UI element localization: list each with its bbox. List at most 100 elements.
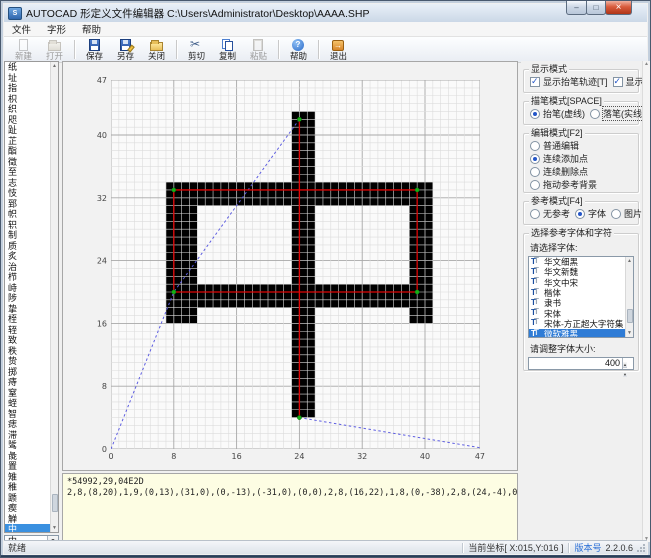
toolbar-button-label: 打开 — [46, 52, 63, 61]
spinner-down-icon[interactable]: ▼ — [623, 372, 627, 377]
panel-scrollbar[interactable]: ▲ ▼ — [642, 61, 650, 542]
radio-label: 连续删除点 — [543, 165, 588, 178]
close-button[interactable]: × — [605, 1, 632, 15]
font-list-scrollbar[interactable]: ▲▼ — [625, 257, 633, 337]
svg-text:8: 8 — [102, 382, 107, 391]
font-list-item[interactable]: 微软雅黑 — [529, 329, 633, 338]
保存-button[interactable]: 保存 — [79, 37, 110, 62]
toolbar-button-label: 新建 — [15, 52, 32, 61]
radio-label: 落笔(实线) — [603, 107, 645, 120]
打开-button: 打开 — [39, 37, 70, 62]
radio-普通编辑[interactable]: 普通编辑 — [524, 139, 638, 152]
radio-icon[interactable] — [590, 109, 600, 119]
checkbox-显示抬笔轨迹[T][interactable]: 显示抬笔轨迹[T] — [530, 75, 608, 88]
复制-button[interactable]: 复制 — [212, 37, 243, 62]
spinner-up-icon[interactable]: ▲ — [623, 362, 627, 368]
radio-icon[interactable] — [575, 209, 585, 219]
svg-text:47: 47 — [475, 452, 485, 461]
radio-图片[interactable]: 图片 — [611, 207, 642, 220]
svg-text:47: 47 — [97, 76, 107, 85]
reference-font-title: 选择参考字体和字符 — [529, 228, 614, 238]
toolbar-separator — [176, 40, 177, 59]
radio-连续添加点[interactable]: 连续添加点 — [524, 152, 638, 165]
maximize-button[interactable]: □ — [586, 1, 606, 15]
scroll-up-icon[interactable]: ▲ — [626, 257, 633, 265]
shape-code-editor[interactable]: *54992,29,04E2D 2,8,(8,20),1,9,(0,13),(3… — [62, 473, 518, 542]
display-mode-title: 显示模式 — [529, 64, 569, 74]
帮助-button[interactable]: ?帮助 — [283, 37, 314, 62]
status-bar: 就绪 当前坐标[ X:015,Y:016 ] 版本号 2.2.0.6 — [4, 540, 647, 554]
status-version-label: 版本号 — [574, 541, 601, 554]
radio-抬笔(虚线)[interactable]: 抬笔(虚线) — [530, 107, 585, 120]
checkbox-icon[interactable] — [613, 77, 623, 87]
toolbar-button-label: 退出 — [330, 52, 347, 61]
radio-icon[interactable] — [530, 109, 540, 119]
radio-icon[interactable] — [530, 141, 540, 151]
svg-text:16: 16 — [232, 452, 242, 461]
display-mode-group: 显示模式 显示抬笔轨迹[T]显示点[X] — [523, 69, 639, 93]
关闭-button[interactable]: 关闭 — [141, 37, 172, 62]
minimize-button[interactable]: – — [566, 1, 587, 15]
svg-text:24: 24 — [97, 257, 107, 266]
toolbar-button-label: 帮助 — [290, 52, 307, 61]
radio-icon[interactable] — [530, 209, 540, 219]
resize-grip[interactable] — [636, 543, 646, 553]
radio-无参考[interactable]: 无参考 — [530, 207, 570, 220]
app-window: S AUTOCAD 形定义文件编辑器 C:\Users\Administrato… — [0, 0, 651, 558]
paste-icon — [252, 39, 265, 51]
radio-label: 抬笔(虚线) — [543, 107, 585, 120]
radio-label: 字体 — [588, 207, 606, 220]
title-bar: S AUTOCAD 形定义文件编辑器 C:\Users\Administrato… — [4, 4, 647, 22]
剪切-button[interactable]: ✂剪切 — [181, 37, 212, 62]
scroll-up-icon[interactable]: ▲ — [51, 62, 58, 70]
svg-text:24: 24 — [294, 452, 304, 461]
scroll-down-icon[interactable]: ▼ — [626, 329, 633, 337]
scroll-thumb[interactable] — [52, 494, 58, 512]
checkbox-label: 显示抬笔轨迹[T] — [543, 75, 608, 88]
char-list-scrollbar[interactable]: ▲▼ — [50, 62, 58, 532]
font-list[interactable]: 华文细黑华文新魏华文中宋楷体隶书宋体宋体-方正超大字符集微软雅黑新宋体▲▼ — [528, 256, 634, 338]
radio-连续删除点[interactable]: 连续删除点 — [524, 165, 638, 178]
toolbar-button-label: 关闭 — [148, 52, 165, 61]
menu-help[interactable]: 帮助 — [74, 21, 109, 37]
radio-落笔(实线)[interactable]: 落笔(实线) — [590, 107, 645, 120]
svg-text:40: 40 — [97, 131, 107, 140]
radio-icon[interactable] — [530, 167, 540, 177]
radio-字体[interactable]: 字体 — [575, 207, 606, 220]
shape-code-bytes: 2,8,(8,20),1,9,(0,13),(31,0),(0,-13),(-3… — [67, 488, 513, 499]
radio-label: 图片 — [624, 207, 642, 220]
radio-icon[interactable] — [530, 180, 540, 190]
radio-拖动参考背景[interactable]: 拖动参考背景 — [524, 178, 638, 191]
checkbox-icon[interactable] — [530, 77, 540, 87]
status-version-value: 2.2.0.6 — [605, 543, 633, 553]
exit-icon: → — [332, 39, 345, 51]
save-as-icon — [119, 39, 132, 51]
pen-mode-group: 描笔模式[SPACE] 抬笔(虚线)落笔(实线) — [523, 101, 639, 125]
radio-label: 连续添加点 — [543, 152, 588, 165]
status-ready: 就绪 — [4, 541, 26, 554]
glyph-edit-canvas[interactable]: 008816162424323240404747 — [62, 61, 518, 471]
scroll-down-icon[interactable]: ▼ — [51, 524, 58, 532]
font-size-value: 400 — [605, 358, 620, 369]
toolbar-separator — [318, 40, 319, 59]
open-folder-icon — [48, 39, 61, 51]
退出-button[interactable]: →退出 — [323, 37, 354, 62]
scroll-thumb[interactable] — [627, 309, 633, 323]
scroll-up-icon[interactable]: ▲ — [643, 61, 650, 67]
toolbar-button-label: 保存 — [86, 52, 103, 61]
app-icon: S — [8, 7, 22, 20]
radio-icon[interactable] — [530, 154, 540, 164]
svg-text:32: 32 — [357, 452, 367, 461]
radio-icon[interactable] — [611, 209, 621, 219]
toolbar-separator — [278, 40, 279, 59]
toolbar-button-label: 复制 — [219, 52, 236, 61]
font-size-spinner[interactable]: 400 ▲ ▼ — [528, 357, 634, 370]
toolbar-button-label: 另存 — [117, 52, 134, 61]
menu-glyph[interactable]: 字形 — [39, 21, 74, 37]
help-icon: ? — [292, 39, 305, 51]
menu-file[interactable]: 文件 — [4, 21, 39, 37]
character-list[interactable]: 纸址指枳织咫趾芷酯徵至志忮郅帜轵制质炙治栉峙陟挚桎轾致秩贽掷痔窒蛭智痣滞骘彘置雉… — [4, 61, 59, 533]
glyph-grid[interactable]: 008816162424323240404747 — [63, 62, 517, 470]
shape-code-header: *54992,29,04E2D — [67, 477, 513, 488]
另存-button[interactable]: 另存 — [110, 37, 141, 62]
